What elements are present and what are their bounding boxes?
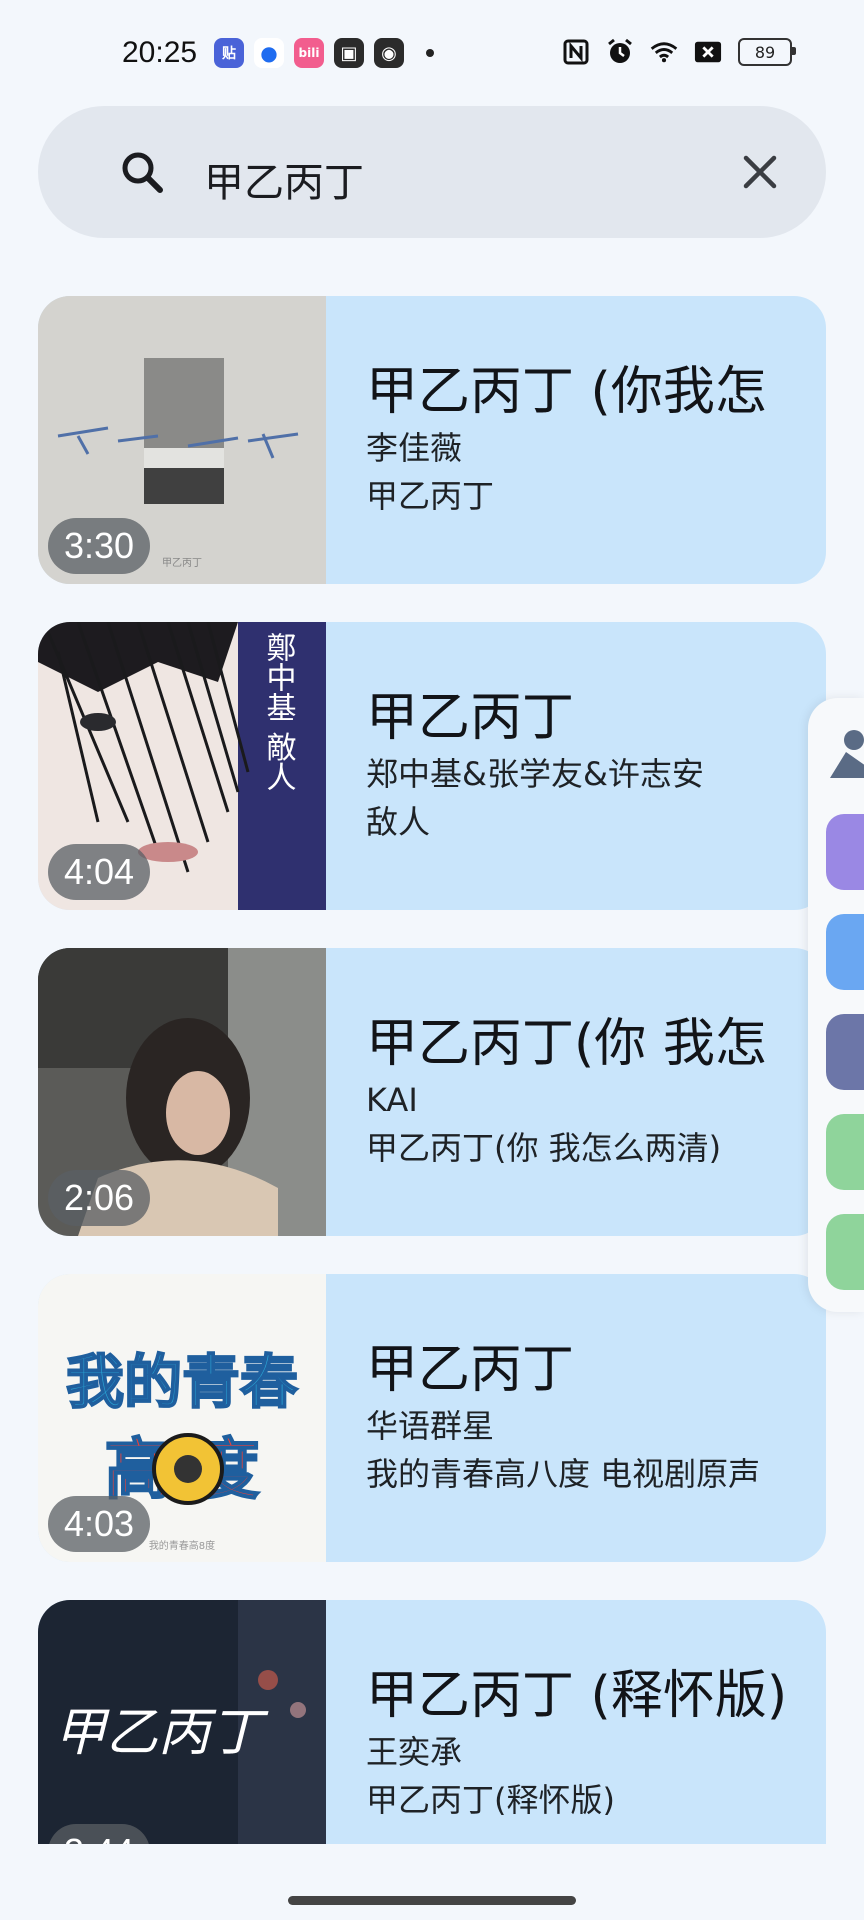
song-result-card[interactable]: 2:06 甲乙丙丁(你 我怎 KAI 甲乙丙丁(你 我怎么两清) xyxy=(38,948,826,1236)
home-indicator[interactable] xyxy=(288,1896,576,1905)
album-cover-5: 甲乙丙丁 xyxy=(38,1600,326,1844)
search-bar[interactable]: 甲乙丙丁 xyxy=(38,106,826,238)
cover-2-text: 鄭中基 敵人 xyxy=(261,632,296,792)
rail-app-clean-icon[interactable] xyxy=(826,1014,864,1090)
song-artist: 李佳薇 xyxy=(366,429,463,467)
song-album: 甲乙丙丁(你 我怎么两清) xyxy=(366,1129,722,1167)
app-blue-icon: ● xyxy=(254,38,284,68)
song-title: 甲乙丙丁 xyxy=(366,1340,575,1400)
side-app-rail[interactable] xyxy=(808,698,864,1312)
system-icons: 89 xyxy=(562,38,796,66)
song-artist: KAI xyxy=(366,1081,418,1119)
status-bar: 20:25 贴 ● bili ▣ ◉ 89 xyxy=(0,0,864,108)
song-album: 敌人 xyxy=(366,803,431,841)
nfc-icon xyxy=(562,38,590,66)
duration-badge: 3:30 xyxy=(48,518,151,574)
cover-5-text: 甲乙丙丁 xyxy=(54,1703,269,1763)
song-result-card[interactable]: 鄭中基 敵人 4:04 甲乙丙丁 郑中基&张学友&许志安 敌人 xyxy=(38,622,826,910)
duration-badge: 2:06 xyxy=(48,1170,151,1226)
rail-app-people-icon[interactable] xyxy=(826,722,864,798)
song-artist: 华语群星 xyxy=(366,1407,495,1445)
cover-4-text: 我的青春高8度 xyxy=(149,1539,215,1552)
search-icon xyxy=(122,152,163,193)
cover-1-text: 甲乙丙丁 xyxy=(162,557,202,569)
song-album: 甲乙丙丁(释怀版) xyxy=(366,1781,615,1819)
tieba-icon: 贴 xyxy=(214,38,244,68)
song-info: 甲乙丙丁 郑中基&张学友&许志安 敌人 xyxy=(366,686,806,846)
status-time: 20:25 xyxy=(122,36,198,69)
battery-indicator: 89 xyxy=(738,38,796,66)
song-info: 甲乙丙丁 (你我怎 李佳薇 甲乙丙丁 xyxy=(366,360,806,520)
duration-badge: 4:03 xyxy=(48,1496,151,1552)
search-input[interactable]: 甲乙丙丁 xyxy=(204,150,364,208)
rail-app-chat-icon[interactable] xyxy=(826,1114,864,1190)
alarm-icon xyxy=(606,38,634,66)
song-result-card[interactable]: 我的青春 高 度 我的青春高8度 4:03 甲乙丙丁 华语群星 我的青春高八度 … xyxy=(38,1274,826,1562)
song-info: 甲乙丙丁 (释怀版) 王奕承 甲乙丙丁(释怀版) xyxy=(366,1664,806,1824)
song-title: 甲乙丙丁 (你我怎 xyxy=(366,362,767,422)
song-result-card[interactable]: 甲乙丙丁 3:44 甲乙丙丁 (释怀版) 王奕承 甲乙丙丁(释怀版) xyxy=(38,1600,826,1844)
duration-badge: 3:44 xyxy=(48,1824,151,1844)
rail-app-h-icon[interactable] xyxy=(826,914,864,990)
song-info: 甲乙丙丁 华语群星 我的青春高八度 电视剧原声 xyxy=(366,1338,806,1498)
song-artist: 王奕承 xyxy=(366,1733,463,1771)
no-sim-icon xyxy=(694,38,722,66)
svg-text:我的青春: 我的青春 xyxy=(66,1348,298,1416)
song-title: 甲乙丙丁(你 我怎 xyxy=(366,1014,767,1074)
song-album: 甲乙丙丁 xyxy=(366,477,495,515)
song-album: 我的青春高八度 电视剧原声 xyxy=(366,1455,761,1493)
notification-icons: 贴 ● bili ▣ ◉ xyxy=(214,38,434,68)
battery-level: 89 xyxy=(754,42,776,62)
song-title: 甲乙丙丁 xyxy=(366,688,575,748)
rail-app-translate-icon[interactable] xyxy=(826,814,864,890)
song-artist: 郑中基&张学友&许志安 xyxy=(366,755,704,793)
wifi-icon xyxy=(650,38,678,66)
clear-search-icon[interactable] xyxy=(736,148,784,196)
song-title: 甲乙丙丁 (释怀版) xyxy=(366,1666,788,1726)
camera-app-icon: ◉ xyxy=(374,38,404,68)
bilibili-icon: bili xyxy=(294,38,324,68)
song-info: 甲乙丙丁(你 我怎 KAI 甲乙丙丁(你 我怎么两清) xyxy=(366,1012,806,1172)
rail-app-screen-icon[interactable] xyxy=(826,1214,864,1290)
more-notifications-dot xyxy=(426,49,434,57)
tv-app-icon: ▣ xyxy=(334,38,364,68)
song-result-card[interactable]: 甲乙丙丁 3:30 甲乙丙丁 (你我怎 李佳薇 甲乙丙丁 xyxy=(38,296,826,584)
duration-badge: 4:04 xyxy=(48,844,151,900)
